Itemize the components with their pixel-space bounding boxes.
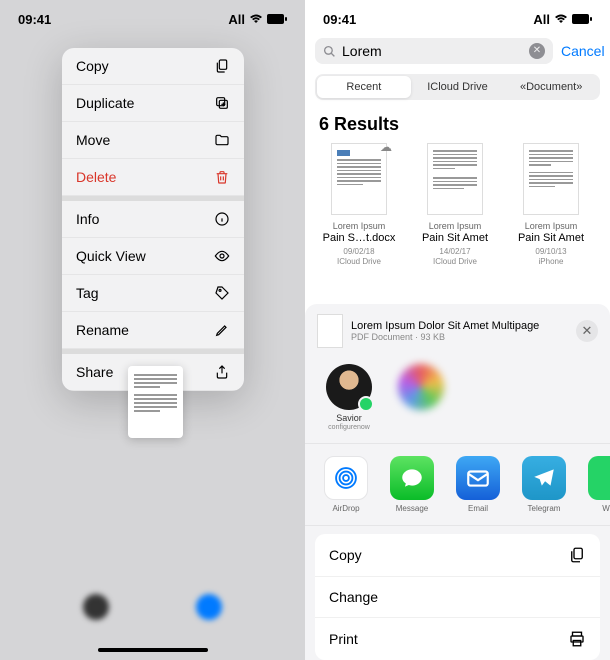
context-menu: Copy Duplicate Move Delete Info Quick Vi… xyxy=(62,48,244,391)
share-title: Lorem Ipsum Dolor Sit Amet Multipage xyxy=(351,320,568,332)
document-thumbnail[interactable] xyxy=(128,366,183,438)
status-bar: 09:41 All xyxy=(0,0,305,32)
apps-row: AirDrop Message Email Telegram xyxy=(305,444,610,526)
battery-icon xyxy=(267,14,287,24)
status-time: 09:41 xyxy=(323,12,356,27)
menu-item-duplicate[interactable]: Duplicate xyxy=(62,85,244,122)
app-email[interactable]: Email xyxy=(451,456,505,513)
carrier-label: All xyxy=(228,12,245,27)
segment-icloud[interactable]: ICloud Drive xyxy=(411,76,505,98)
status-bar: 09:41 All xyxy=(305,0,610,32)
status-time: 09:41 xyxy=(18,12,51,27)
search-field[interactable]: ✕ xyxy=(315,38,553,64)
wifi-icon xyxy=(249,14,263,24)
message-icon xyxy=(399,465,425,491)
clear-search-button[interactable]: ✕ xyxy=(529,43,545,59)
whatsapp-badge-icon xyxy=(358,396,374,412)
menu-item-info[interactable]: Info xyxy=(62,196,244,238)
share-header: Lorem Ipsum Dolor Sit Amet Multipage PDF… xyxy=(305,304,610,358)
result-thumbnail xyxy=(427,143,483,215)
action-copy[interactable]: Copy xyxy=(315,534,600,577)
telegram-icon xyxy=(531,465,557,491)
result-item[interactable]: Lorem Ipsum Pain Sit Amet 14/02/17 IClou… xyxy=(415,143,495,266)
result-thumbnail xyxy=(523,143,579,215)
contacts-row: Savior configurenow xyxy=(305,358,610,444)
action-list: Copy Change Print xyxy=(315,534,600,660)
action-print[interactable]: Print xyxy=(315,618,600,660)
background-toolbar xyxy=(0,594,305,620)
wifi-icon xyxy=(554,14,568,24)
menu-item-tag[interactable]: Tag xyxy=(62,275,244,312)
menu-item-quick-view[interactable]: Quick View xyxy=(62,238,244,275)
battery-icon xyxy=(572,14,592,24)
contact-item[interactable]: Savior configurenow xyxy=(321,364,377,431)
share-sheet: Lorem Ipsum Dolor Sit Amet Multipage PDF… xyxy=(305,304,610,660)
segment-document[interactable]: «Document» xyxy=(504,76,598,98)
right-screenshot: 09:41 All ✕ Cancel Recent ICloud Drive «… xyxy=(305,0,610,660)
share-subtitle: PDF Document · 93 KB xyxy=(351,332,568,342)
copy-icon xyxy=(214,58,230,74)
menu-item-delete[interactable]: Delete xyxy=(62,159,244,196)
results-grid: ☁ Lorem Ipsum Pain S…t.docx 09/02/18 ICl… xyxy=(305,143,610,266)
avatar xyxy=(398,364,444,410)
trash-icon xyxy=(214,169,230,185)
share-thumbnail xyxy=(317,314,343,348)
menu-item-copy[interactable]: Copy xyxy=(62,48,244,85)
share-icon xyxy=(214,364,230,380)
eye-icon xyxy=(214,248,230,264)
email-icon xyxy=(465,465,491,491)
folder-icon xyxy=(214,132,230,148)
result-thumbnail: ☁ xyxy=(331,143,387,215)
action-change[interactable]: Change xyxy=(315,577,600,618)
left-screenshot: 09:41 All Copy Duplicate Move Delete Inf… xyxy=(0,0,305,660)
info-icon xyxy=(214,211,230,227)
search-row: ✕ Cancel xyxy=(305,32,610,70)
airdrop-icon xyxy=(332,464,360,492)
contact-item[interactable] xyxy=(393,364,449,431)
search-icon xyxy=(323,45,336,58)
duplicate-icon xyxy=(214,95,230,111)
segment-recent[interactable]: Recent xyxy=(317,76,411,98)
app-message[interactable]: Message xyxy=(385,456,439,513)
home-indicator[interactable] xyxy=(98,648,208,652)
result-item[interactable]: ☁ Lorem Ipsum Pain S…t.docx 09/02/18 ICl… xyxy=(319,143,399,266)
menu-item-move[interactable]: Move xyxy=(62,122,244,159)
print-icon xyxy=(568,630,586,648)
close-button[interactable]: ✕ xyxy=(576,320,598,342)
cancel-link[interactable]: Cancel xyxy=(561,43,605,59)
pencil-icon xyxy=(214,322,230,338)
search-input[interactable] xyxy=(342,43,523,59)
app-telegram[interactable]: Telegram xyxy=(517,456,571,513)
copy-icon xyxy=(568,546,586,564)
avatar xyxy=(326,364,372,410)
results-header: 6 Results xyxy=(305,110,610,143)
menu-item-rename[interactable]: Rename xyxy=(62,312,244,349)
result-item[interactable]: Lorem Ipsum Pain Sit Amet 09/10/13 iPhon… xyxy=(511,143,591,266)
app-more[interactable]: W… xyxy=(583,456,610,513)
segmented-control[interactable]: Recent ICloud Drive «Document» xyxy=(315,74,600,100)
cloud-download-icon: ☁ xyxy=(380,140,392,154)
carrier-label: All xyxy=(533,12,550,27)
app-airdrop[interactable]: AirDrop xyxy=(319,456,373,513)
tag-icon xyxy=(214,285,230,301)
